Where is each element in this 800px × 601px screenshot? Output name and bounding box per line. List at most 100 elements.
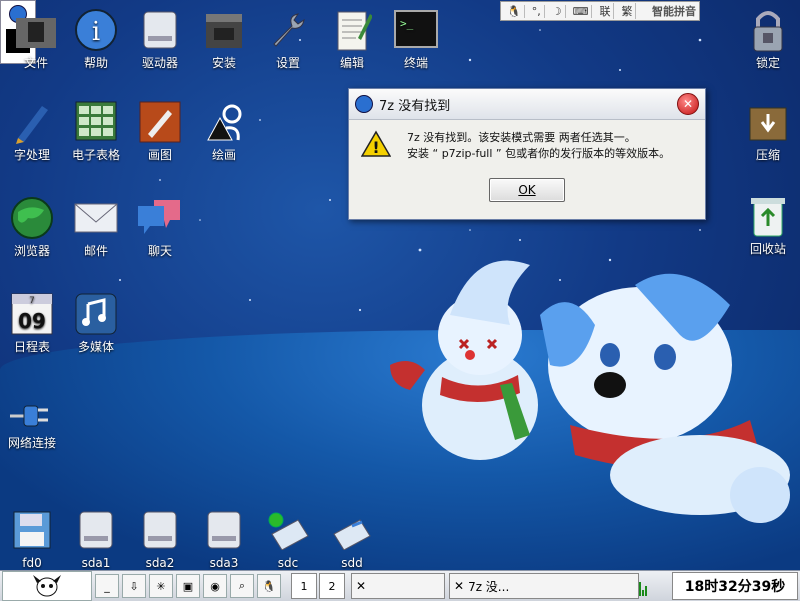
svg-text:i: i xyxy=(92,17,100,47)
desktop-icon-browser[interactable]: 浏览器 xyxy=(0,194,68,258)
cpu-meter xyxy=(639,576,651,596)
pager-desktop-2[interactable]: 2 xyxy=(319,573,345,599)
pager-desktop-1[interactable]: 1 xyxy=(291,573,317,599)
drive-icon-sda2[interactable]: sda2 xyxy=(124,506,196,570)
drive-icon-sdc[interactable]: sdc xyxy=(252,506,324,570)
desktop-icon-multimedia[interactable]: 多媒体 xyxy=(60,290,132,354)
ok-button[interactable]: OK xyxy=(489,178,565,202)
padlock-icon xyxy=(753,11,783,52)
moon-icon[interactable]: ☽ xyxy=(549,4,566,18)
calendar-month: 7 xyxy=(29,296,35,306)
task-7z-dialog[interactable]: ✕ 7z 没... xyxy=(449,573,639,599)
penguin-icon: 🐧 xyxy=(262,579,276,593)
dog-logo-icon xyxy=(33,575,61,597)
ime-seg-lian[interactable]: 联 xyxy=(596,3,615,19)
terminal-icon: ▣ xyxy=(182,579,194,593)
notepad-icon xyxy=(337,11,372,51)
star-icon: ✳ xyxy=(156,579,166,593)
drive-icon-sdd[interactable]: sdd xyxy=(316,506,388,570)
desktop-icon-compress[interactable]: 压缩 xyxy=(732,98,800,162)
x-logo-icon: ✕ xyxy=(454,579,465,593)
x-logo-icon: ✕ xyxy=(356,579,367,593)
ime-toolbar[interactable]: 🐧 °, ☽ ⌨ 联 繁 智能拼音 xyxy=(500,1,700,21)
harddisk-icon xyxy=(79,511,113,549)
desktop-icon-spreadsheet[interactable]: 电子表格 xyxy=(60,98,132,162)
magnifier-icon: ⌕ xyxy=(238,579,246,592)
floppy-icon xyxy=(13,511,51,549)
terminal-icon: >_ xyxy=(394,10,438,48)
desktop-pager[interactable]: 1 2 xyxy=(291,573,347,599)
globe-icon xyxy=(11,197,53,239)
folder-icon xyxy=(16,18,56,48)
brush-icon xyxy=(139,101,181,143)
taskbar: _ ⇩ ✳ ▣ ◉ ⌕ 🐧 1 2 ✕ ✕ 7z 没... 18时32分39秒 xyxy=(0,570,800,601)
trash-icon xyxy=(751,198,785,237)
desktop-icon-mail[interactable]: 邮件 xyxy=(60,194,132,258)
calendar-day: 09 xyxy=(18,309,46,333)
speech-icon xyxy=(138,200,180,234)
close-icon: ✕ xyxy=(682,97,694,111)
calendar-icon: 709 xyxy=(11,293,53,335)
launcher-qq[interactable]: 🐧 xyxy=(257,574,281,598)
launcher-terminal[interactable]: ▣ xyxy=(176,574,200,598)
dialog-message-line1: 7z 没有找到。该安装模式需要 两者任选其一。 xyxy=(407,131,636,144)
envelope-icon xyxy=(74,203,118,233)
desktop-icon-calendar[interactable]: 7 09 日程表 xyxy=(0,290,68,354)
desktop-icon-settings[interactable]: 设置 xyxy=(252,6,324,70)
task-label: 7z 没... xyxy=(468,579,510,594)
harddisk-icon xyxy=(143,11,177,49)
globe-icon: ◉ xyxy=(210,579,220,593)
svg-text:!: ! xyxy=(372,138,379,157)
ime-brand[interactable]: 智能拼音 xyxy=(652,3,696,19)
dialog-message-line2: 安装 “ p7zip-full ” 包或者你的发行版本的等效版本。 xyxy=(407,147,671,160)
punct-icon[interactable]: °, xyxy=(529,4,545,18)
shapes-icon xyxy=(207,104,242,141)
tux-icon[interactable]: 🐧 xyxy=(504,4,525,18)
wrench-icon xyxy=(273,13,305,47)
drive-icon-sda1[interactable]: sda1 xyxy=(60,506,132,570)
drive-icon-fd0[interactable]: fd0 xyxy=(0,506,68,570)
plug-icon xyxy=(10,405,48,427)
desktop-icon-terminal[interactable]: >_ 终端 xyxy=(380,6,452,70)
softkbd-icon[interactable]: ⌨ xyxy=(570,4,593,18)
close-button[interactable]: ✕ xyxy=(677,93,699,115)
task-x-window[interactable]: ✕ xyxy=(351,573,445,599)
media-icon xyxy=(75,293,117,335)
desktop-icon-wordproc[interactable]: 字处理 xyxy=(0,98,68,162)
desktop-icon-chat[interactable]: 聊天 xyxy=(124,194,196,258)
desktop-icon-editor[interactable]: 编辑 xyxy=(316,6,388,70)
launcher-star[interactable]: ✳ xyxy=(149,574,173,598)
desktop-icon-trash[interactable]: 回收站 xyxy=(732,192,800,256)
harddisk-icon xyxy=(207,511,241,549)
minimize-all-button[interactable]: _ xyxy=(95,574,119,598)
usb-drive-icon xyxy=(333,519,371,550)
launcher-search[interactable]: ⌕ xyxy=(230,574,254,598)
download-icon: ⇩ xyxy=(129,579,139,593)
ime-seg-fan[interactable]: 繁 xyxy=(618,3,637,19)
box-icon xyxy=(206,14,242,48)
drive-icon-sda3[interactable]: sda3 xyxy=(188,506,260,570)
launcher-install[interactable]: ⇩ xyxy=(122,574,146,598)
warning-icon: ! xyxy=(361,130,391,157)
dialog-titlebar[interactable]: 7z 没有找到 ✕ xyxy=(349,89,705,120)
info-icon: i xyxy=(75,9,117,51)
underscore-icon: _ xyxy=(104,579,110,593)
grid-icon xyxy=(75,101,117,141)
desktop-icon-network[interactable]: 网络连接 xyxy=(0,386,68,450)
error-dialog[interactable]: 7z 没有找到 ✕ ! 7z 没有找到。该安装模式需要 两者任选其一。 安装 “… xyxy=(348,88,706,220)
desktop-icon-paint[interactable]: 画图 xyxy=(124,98,196,162)
start-menu-button[interactable] xyxy=(2,571,92,601)
launcher-browser[interactable]: ◉ xyxy=(203,574,227,598)
wallpaper-illustration xyxy=(390,260,790,523)
window-menu-icon[interactable] xyxy=(355,95,373,113)
desktop-icon-draw[interactable]: 绘画 xyxy=(188,98,260,162)
dialog-title: 7z 没有找到 xyxy=(379,98,451,114)
desktop-icon-lock[interactable]: 锁定 xyxy=(732,6,800,70)
desktop-icon-help[interactable]: i 帮助 xyxy=(60,6,132,70)
desktop-icon-install[interactable]: 安装 xyxy=(188,6,260,70)
usb-drive-icon xyxy=(268,512,309,550)
harddisk-icon xyxy=(143,511,177,549)
svg-text:>_: >_ xyxy=(400,17,414,30)
clock[interactable]: 18时32分39秒 xyxy=(672,572,798,600)
desktop-icon-drives[interactable]: 驱动器 xyxy=(124,6,196,70)
